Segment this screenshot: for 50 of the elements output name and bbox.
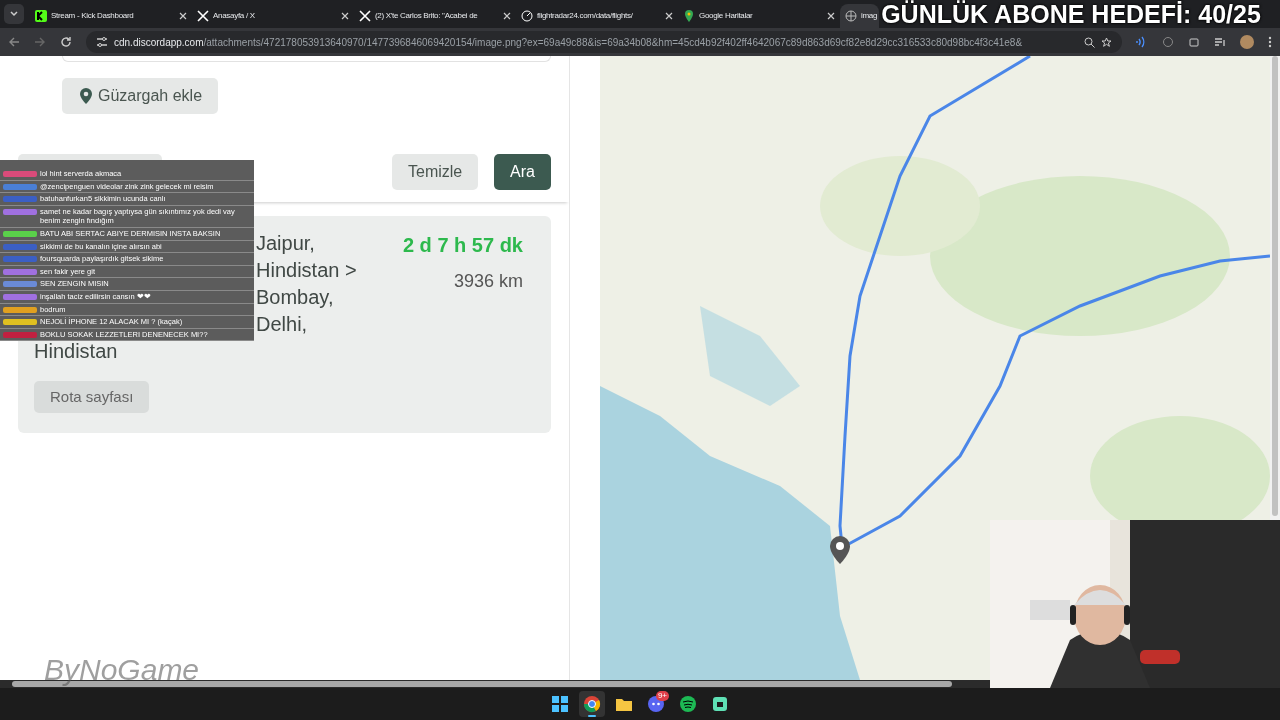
close-icon[interactable] [341,12,349,20]
tab-list-button[interactable] [4,4,24,24]
pin-icon [78,87,94,105]
map-pin-icon [683,10,695,22]
x-logo-icon [197,10,209,22]
app-icon [710,694,730,714]
taskbar-app[interactable]: 9+ [643,691,669,717]
add-waypoint-button[interactable]: Güzargah ekle [62,78,219,114]
duration-text: 2 d 7 h 57 dk [402,233,523,258]
media-icon[interactable] [1214,36,1226,48]
windows-logo-icon [550,694,570,714]
close-icon[interactable] [503,12,511,20]
address-bar[interactable]: cdn.discordapp.com/attachments/472178053913640970/1477396846069420154/image.png?ex=69a49c88&is=69a34b08&hm=45cd4b92f402ff4642067c89d863d69cf82e8d29cc316533c80d98bc4f3c41e8& [86,31,1122,53]
browser-tab[interactable]: Anasayfa / X [192,4,354,28]
route-text: Bombay, [256,285,334,310]
clear-button[interactable]: Temizle [392,154,478,190]
route-text: Hindistan [34,339,118,364]
site-settings-icon [96,36,108,48]
star-icon[interactable] [1101,36,1112,48]
chevron-down-icon [9,9,19,19]
logo-text: ByNoGame [44,654,200,686]
goal-text: GÜNLÜK ABONE HEDEFİ: 40/25 [881,0,1261,28]
browser-tab[interactable]: (2) X'te Carlos Brito: "Acabei de [354,4,516,28]
route-text: Jaipur, [256,231,315,256]
taskbar-app[interactable] [579,691,605,717]
zoom-icon[interactable] [1084,36,1095,48]
reload-icon[interactable] [60,36,72,48]
radar-icon [521,10,533,22]
globe-icon [845,10,857,22]
avatar-icon[interactable] [1240,35,1254,49]
route-page-button[interactable]: Rota sayfası [34,381,150,413]
back-icon[interactable] [8,36,20,48]
close-icon[interactable] [827,12,835,20]
route-text: Hindistan > [256,258,357,283]
browser-tab[interactable]: flightradar24.com/data/flights/ [516,4,678,28]
close-icon[interactable] [665,12,673,20]
k-logo-icon [35,10,47,22]
search-button[interactable]: Ara [494,154,551,190]
browser-tab[interactable]: Stream - Kick Dashboard [30,4,192,28]
music-app-icon [678,694,698,714]
route-text: Delhi, [256,312,308,337]
menu-icon[interactable] [1268,36,1272,48]
distance-text: 3936 km [452,270,523,293]
close-icon[interactable] [179,12,187,20]
notification-badge: 9+ [655,691,669,701]
scrollbar-thumb[interactable] [1272,56,1278,516]
browser-tab[interactable]: Google Haritalar [678,4,840,28]
browser-tab[interactable]: imag [840,4,880,28]
x-logo-icon [359,10,371,22]
browser-icon [582,694,602,714]
